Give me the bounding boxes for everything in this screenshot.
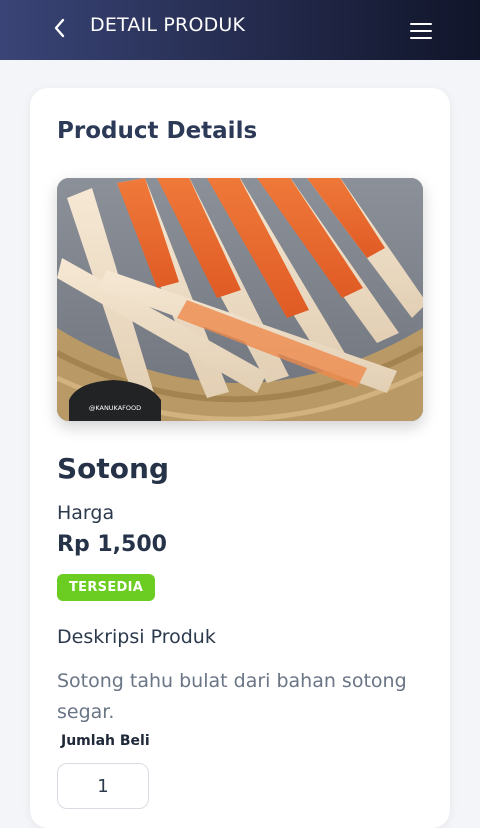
hamburger-menu-icon-line <box>410 30 432 32</box>
price-label: Harga <box>57 502 115 524</box>
app-header: DETAIL PRODUK <box>0 0 480 60</box>
back-button[interactable] <box>48 16 72 40</box>
product-photo: @KANUKAFOOD <box>57 178 423 421</box>
product-image: @KANUKAFOOD <box>57 178 423 421</box>
chevron-left-icon <box>54 18 65 38</box>
page-title: DETAIL PRODUK <box>90 14 246 36</box>
status-badge: TERSEDIA <box>57 574 156 601</box>
description-title: Deskripsi Produk <box>57 626 216 648</box>
image-watermark: @KANUKAFOOD <box>89 404 141 412</box>
hamburger-menu-icon-line <box>410 37 432 39</box>
product-detail-card: Product Details @KANUKAFOOD Sotong Harga… <box>30 88 450 828</box>
description-text: Sotong tahu bulat dari bahan sotong sega… <box>57 670 407 723</box>
quantity-label: Jumlah Beli <box>61 733 150 749</box>
quantity-input[interactable] <box>57 763 149 809</box>
price-value: Rp 1,500 <box>57 532 167 557</box>
section-title: Product Details <box>57 118 258 144</box>
product-name: Sotong <box>57 452 169 485</box>
hamburger-menu-button[interactable] <box>404 18 438 44</box>
hamburger-menu-icon-line <box>410 23 432 25</box>
